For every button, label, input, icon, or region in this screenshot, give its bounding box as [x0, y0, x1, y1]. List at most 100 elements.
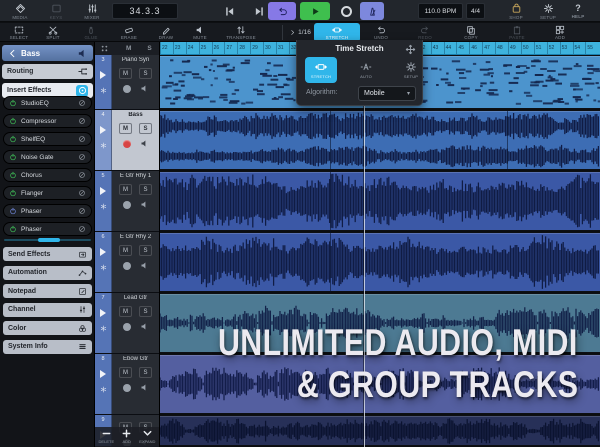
- tool-erase[interactable]: ERASE: [110, 23, 148, 42]
- inspector-track-header[interactable]: Bass: [2, 45, 93, 61]
- tool-paste[interactable]: PASTE: [494, 23, 540, 42]
- track-color-strip[interactable]: 8: [95, 354, 112, 414]
- power-icon[interactable]: [9, 153, 17, 161]
- track-play-icon[interactable]: [100, 248, 106, 256]
- power-icon[interactable]: [9, 225, 17, 233]
- bypass-icon[interactable]: [78, 117, 86, 125]
- bypass-icon[interactable]: [78, 189, 86, 197]
- solo-button[interactable]: S: [139, 184, 152, 195]
- metronome-button[interactable]: [360, 2, 384, 20]
- freeze-icon[interactable]: [100, 203, 107, 210]
- effect-slot-phaser[interactable]: Phaser: [3, 204, 92, 218]
- solo-button[interactable]: S: [139, 367, 152, 378]
- bypass-icon[interactable]: [78, 135, 86, 143]
- menu-item-system-info[interactable]: System Info: [3, 340, 92, 354]
- menu-item-channel[interactable]: Channel: [3, 303, 92, 317]
- tool-draw[interactable]: DRAW: [148, 23, 184, 42]
- track-header-piano-syn[interactable]: 3Piano SynMS: [95, 55, 159, 110]
- track-header-e-gtr-rhy-2[interactable]: 6E Gtr Rhy 2MS: [95, 232, 159, 293]
- track-header-ebow-gtr[interactable]: 8Ebow GtrMS: [95, 354, 159, 415]
- tool-add[interactable]: ADD: [540, 23, 580, 42]
- tool-glue[interactable]: GLUE: [72, 23, 110, 42]
- effect-slot-studioeq[interactable]: StudioEQ: [3, 96, 92, 110]
- track-header-bass[interactable]: 4BassMS: [95, 110, 159, 171]
- media-button[interactable]: MEDIA: [4, 1, 36, 21]
- freeze-icon[interactable]: [100, 325, 107, 332]
- freeze-icon[interactable]: [100, 87, 107, 94]
- record-arm-button[interactable]: [123, 384, 131, 392]
- power-icon[interactable]: [9, 99, 17, 107]
- monitor-speaker-icon[interactable]: [140, 84, 149, 93]
- help-button[interactable]: ?HELP: [562, 1, 594, 21]
- tool-transpose[interactable]: TRANSPOSE: [216, 23, 266, 42]
- shop-button[interactable]: SHOP: [500, 1, 532, 21]
- effect-slot-compressor[interactable]: Compressor: [3, 114, 92, 128]
- play-button[interactable]: [300, 2, 330, 20]
- power-icon[interactable]: [9, 189, 17, 197]
- monitor-speaker-icon[interactable]: [140, 139, 149, 148]
- effect-slot-phaser[interactable]: Phaser: [3, 222, 92, 236]
- mixer-button[interactable]: MIXER: [76, 1, 108, 21]
- solo-button[interactable]: S: [139, 68, 152, 79]
- bypass-icon[interactable]: [78, 207, 86, 215]
- track-play-icon[interactable]: [100, 126, 106, 134]
- monitor-speaker-icon[interactable]: [140, 200, 149, 209]
- time-signature-display[interactable]: 4/4: [466, 3, 485, 19]
- monitor-speaker-icon[interactable]: [140, 383, 149, 392]
- delete-track-button[interactable]: DELETE: [99, 428, 115, 444]
- power-icon[interactable]: [9, 171, 17, 179]
- track-color-strip[interactable]: 5: [95, 171, 112, 231]
- freeze-icon[interactable]: [100, 264, 107, 271]
- bypass-icon[interactable]: [78, 225, 86, 233]
- monitor-speaker-icon[interactable]: [140, 322, 149, 331]
- mute-button[interactable]: M: [119, 367, 132, 378]
- mute-button[interactable]: M: [119, 123, 132, 134]
- solo-button[interactable]: S: [139, 306, 152, 317]
- track-play-icon[interactable]: [100, 71, 106, 79]
- track-play-icon[interactable]: [100, 187, 106, 195]
- tempo-display[interactable]: 110.0 BPM: [418, 3, 463, 19]
- sidebar-scroll-indicator[interactable]: [4, 239, 91, 241]
- track-header-e-gtr-rhy-1[interactable]: 5E Gtr Rhy 1MS: [95, 171, 159, 232]
- bypass-icon[interactable]: [78, 171, 86, 179]
- power-icon[interactable]: [9, 117, 17, 125]
- popup-move-icon[interactable]: [405, 44, 416, 55]
- monitor-speaker-icon[interactable]: [140, 261, 149, 270]
- record-arm-button[interactable]: [123, 201, 131, 209]
- stretch-mode-setup[interactable]: SETUP: [395, 57, 427, 83]
- menu-item-automation[interactable]: Automation: [3, 266, 92, 280]
- bypass-icon[interactable]: [78, 99, 86, 107]
- keys-button[interactable]: KEYS: [40, 1, 72, 21]
- rewind-button[interactable]: [216, 3, 242, 19]
- track-play-icon[interactable]: [100, 370, 106, 378]
- tool-mute[interactable]: MUTE: [184, 23, 216, 42]
- track-color-strip[interactable]: 6: [95, 232, 112, 292]
- track-color-strip[interactable]: 4: [95, 110, 112, 170]
- cycle-button[interactable]: [268, 2, 296, 20]
- tool-select[interactable]: SELECT: [4, 23, 34, 42]
- solo-button[interactable]: S: [139, 245, 152, 256]
- mute-button[interactable]: M: [119, 306, 132, 317]
- region-bass[interactable]: [160, 111, 600, 169]
- mute-button[interactable]: M: [119, 245, 132, 256]
- freeze-icon[interactable]: [100, 386, 107, 393]
- track-play-icon[interactable]: [100, 309, 106, 317]
- power-icon[interactable]: [9, 207, 17, 215]
- stretch-mode-stretch[interactable]: STRETCH: [305, 57, 337, 83]
- menu-item-notepad[interactable]: Notepad: [3, 284, 92, 298]
- record-arm-button[interactable]: [123, 262, 131, 270]
- track-color-strip[interactable]: 3: [95, 55, 112, 109]
- tool-copy[interactable]: COPY: [448, 23, 494, 42]
- add-track-button[interactable]: ADD: [121, 428, 132, 444]
- algorithm-dropdown[interactable]: Mobile ▾: [358, 86, 416, 101]
- menu-item-color[interactable]: Color: [3, 321, 92, 335]
- effect-slot-shelfeq[interactable]: ShelfEQ: [3, 132, 92, 146]
- effect-slot-noise-gate[interactable]: Noise Gate: [3, 150, 92, 164]
- effect-slot-flanger[interactable]: Flanger: [3, 186, 92, 200]
- record-arm-button[interactable]: [123, 85, 131, 93]
- track-color-strip[interactable]: 7: [95, 293, 112, 353]
- region-e-gtr-rhy-1[interactable]: [160, 172, 600, 230]
- routing-item[interactable]: Routing: [2, 64, 93, 79]
- solo-button[interactable]: S: [139, 123, 152, 134]
- mute-button[interactable]: M: [119, 68, 132, 79]
